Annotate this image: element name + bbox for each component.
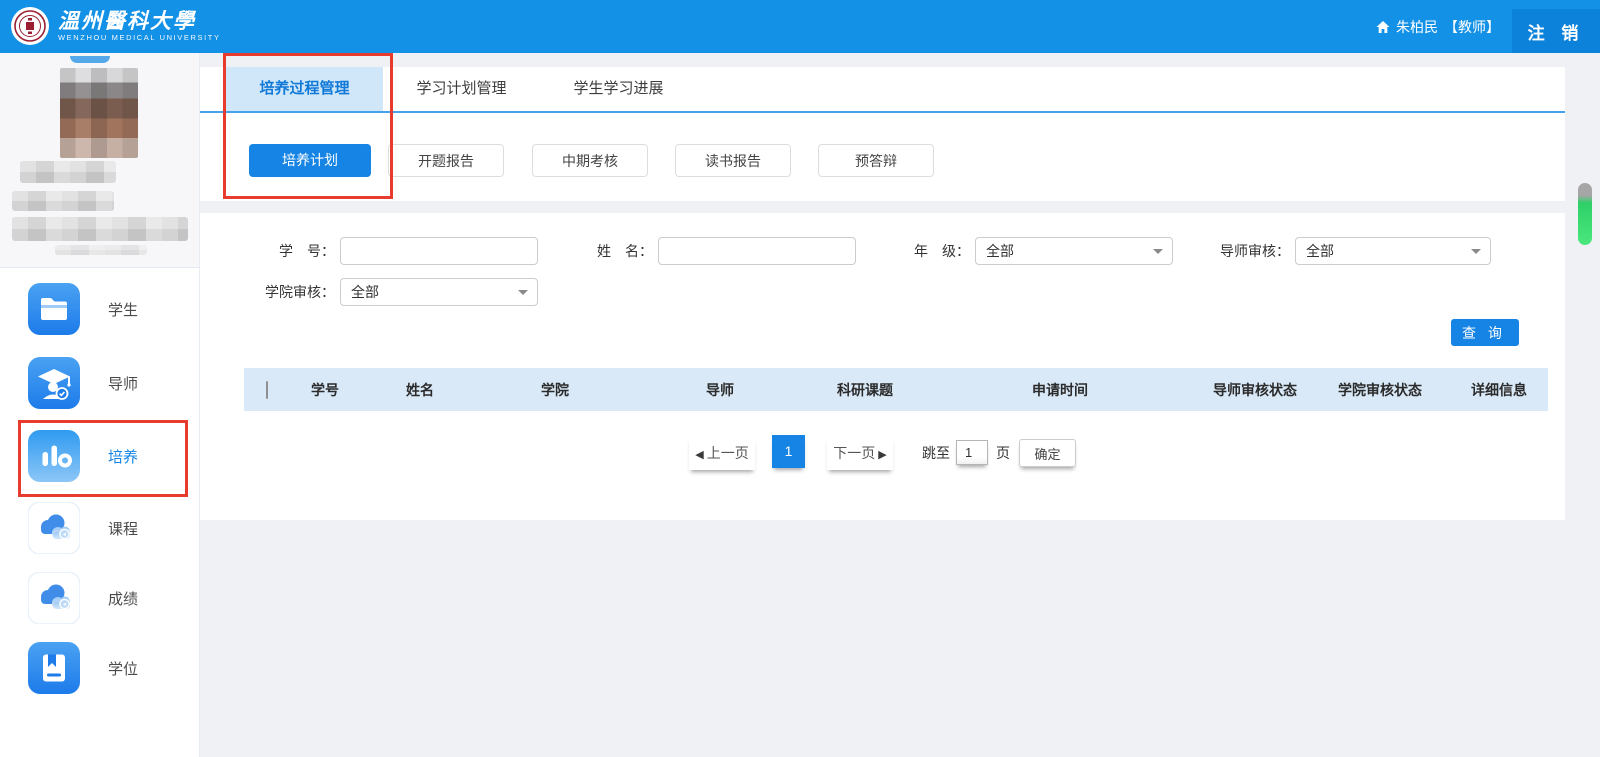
confirm-button[interactable]: 确定: [1019, 439, 1076, 467]
app-header: 溫州醫科大學 WENZHOU MEDICAL UNIVERSITY 朱柏民 【教…: [0, 0, 1600, 53]
col-college: 学院: [480, 380, 630, 400]
sidebar-item-courses[interactable]: 课程: [0, 502, 199, 554]
sidebar-item-students[interactable]: 学生: [0, 283, 199, 335]
university-emblem-icon: [10, 6, 50, 46]
subnav-cultivation-plan[interactable]: 培养计划: [249, 144, 371, 177]
select-all-cell: [244, 382, 290, 398]
logout-button[interactable]: 注 销: [1512, 9, 1600, 53]
jump-page-input[interactable]: [956, 440, 988, 465]
profile-redacted-line: [55, 245, 147, 255]
mentor-audit-label: 导师审核：: [1190, 237, 1290, 265]
profile-redacted-line: [20, 161, 116, 183]
col-mentor-audit-status: 导师审核状态: [1200, 380, 1310, 400]
profile-redacted-line: [12, 217, 188, 241]
page-number-current[interactable]: 1: [772, 435, 805, 468]
college-audit-select-value: 全部: [351, 284, 379, 300]
avatar: [60, 68, 138, 158]
college-audit-select[interactable]: 全部: [340, 278, 538, 306]
mentor-audit-select-value: 全部: [1306, 243, 1334, 259]
sidebar-item-label: 学生: [108, 283, 138, 335]
grade-select-value: 全部: [986, 243, 1014, 259]
subnav-pre-defense[interactable]: 预答辩: [818, 144, 934, 177]
chevron-down-icon: [1471, 249, 1481, 259]
profile-card: [0, 53, 199, 268]
university-name-en: WENZHOU MEDICAL UNIVERSITY: [58, 33, 221, 42]
mentor-icon: [28, 357, 80, 409]
sidebar-item-degrees[interactable]: 学位: [0, 642, 199, 694]
prev-page-button[interactable]: ◀ 上一页: [689, 437, 755, 470]
subnav-reading-report[interactable]: 读书报告: [675, 144, 791, 177]
sidebar: 学生 导师 培养: [0, 53, 200, 757]
tab-student-progress[interactable]: 学生学习进展: [540, 67, 697, 111]
cloud-sync-icon: [28, 572, 80, 624]
tab-bar: 培养过程管理 学习计划管理 学生学习进展: [199, 67, 1565, 113]
next-arrow-icon: ▶: [875, 449, 887, 461]
content-panel: 学 号： 姓 名： 年 级： 全部 导师审核： 全部 学院审核： 全部 查 询 …: [199, 213, 1565, 520]
jump-to-label: 跳至: [922, 437, 950, 470]
grade-label: 年 级：: [870, 237, 970, 265]
table-header-row: 学号 姓名 学院 导师 科研课题 申请时间 导师审核状态 学院审核状态 详细信息: [244, 368, 1548, 411]
profile-redacted-line: [12, 191, 114, 211]
name-label: 姓 名：: [553, 237, 653, 265]
sidebar-item-label: 学位: [108, 642, 138, 694]
col-research-topic: 科研课题: [810, 380, 920, 400]
col-detail-info: 详细信息: [1450, 380, 1548, 400]
sidebar-item-mentors[interactable]: 导师: [0, 357, 199, 409]
sidebar-item-label: 课程: [108, 502, 138, 554]
chevron-down-icon: [1153, 249, 1163, 259]
tab-cultivation-process[interactable]: 培养过程管理: [226, 67, 383, 111]
search-button[interactable]: 查 询: [1451, 319, 1519, 346]
university-logo: 溫州醫科大學 WENZHOU MEDICAL UNIVERSITY: [10, 6, 221, 46]
select-all-checkbox[interactable]: [266, 381, 268, 399]
col-apply-time: 申请时间: [920, 380, 1200, 400]
university-name-zh: 溫州醫科大學: [58, 10, 221, 32]
student-id-label: 学 号：: [235, 237, 335, 265]
college-audit-label: 学院审核：: [235, 278, 335, 306]
col-college-audit-status: 学院审核状态: [1310, 380, 1450, 400]
tabs-panel: 培养过程管理 学习计划管理 学生学习进展 培养计划 开题报告 中期考核 读书报告…: [199, 67, 1565, 201]
chevron-down-icon: [518, 290, 528, 300]
degree-book-icon: [28, 642, 80, 694]
col-student-id: 学号: [290, 380, 360, 400]
sidebar-item-label: 培养: [108, 430, 138, 482]
sidebar-item-cultivation[interactable]: 培养: [0, 430, 199, 482]
folder-icon: [28, 283, 80, 335]
scrollbar-thumb[interactable]: [1578, 183, 1592, 245]
mentor-audit-select[interactable]: 全部: [1295, 237, 1491, 265]
sidebar-item-label: 成绩: [108, 572, 138, 624]
home-icon[interactable]: [1375, 19, 1391, 35]
prev-arrow-icon: ◀: [695, 449, 707, 461]
col-name: 姓名: [360, 380, 480, 400]
bar-chart-icon: [28, 430, 80, 482]
page-unit-label: 页: [996, 437, 1010, 470]
user-role-badge: 【教师】: [1444, 17, 1500, 37]
cloud-sync-icon: [28, 502, 80, 554]
user-name[interactable]: 朱柏民: [1396, 17, 1438, 37]
name-input[interactable]: [658, 237, 856, 265]
subnav-proposal-report[interactable]: 开题报告: [388, 144, 504, 177]
next-page-button[interactable]: 下一页 ▶: [827, 437, 893, 470]
subnav-midterm-assessment[interactable]: 中期考核: [532, 144, 648, 177]
tab-study-plan[interactable]: 学习计划管理: [383, 67, 540, 111]
col-mentor: 导师: [630, 380, 810, 400]
sidebar-item-grades[interactable]: 成绩: [0, 572, 199, 624]
profile-decoration: [70, 56, 110, 63]
grade-select[interactable]: 全部: [975, 237, 1173, 265]
student-id-input[interactable]: [340, 237, 538, 265]
sidebar-item-label: 导师: [108, 357, 138, 409]
